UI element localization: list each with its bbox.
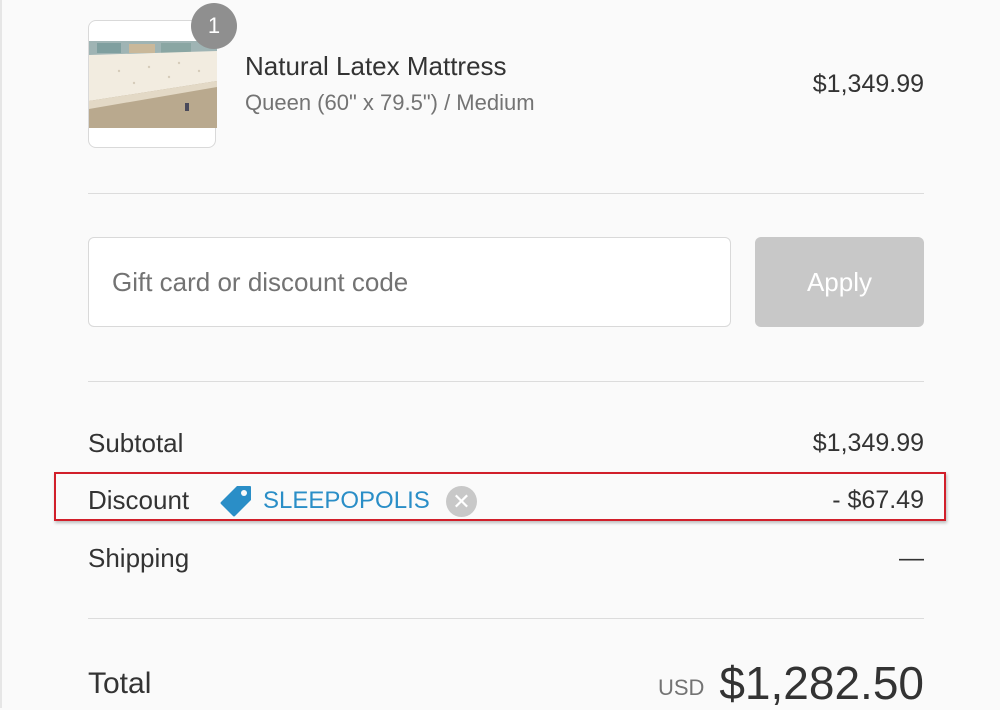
shipping-value: — [899, 544, 924, 572]
close-circle-icon[interactable]: ✕ [446, 486, 477, 517]
quantity-badge: 1 [191, 3, 237, 49]
discount-code-input[interactable] [88, 237, 731, 327]
divider [88, 381, 924, 382]
total-label: Total [88, 667, 152, 700]
product-thumbnail: 1 [88, 3, 237, 148]
product-variant: Queen (60" x 79.5") / Medium [245, 90, 535, 115]
subtotal-label: Subtotal [88, 428, 184, 458]
discount-value: - $67.49 [832, 486, 924, 514]
product-image [89, 41, 217, 128]
product-price: $1,349.99 [812, 70, 924, 98]
divider [88, 193, 924, 194]
divider [88, 618, 924, 619]
panel-border [0, 0, 2, 708]
currency-code: USD [658, 675, 705, 700]
shipping-label: Shipping [88, 543, 190, 573]
cart-line-item: 1 Natural Latex Mattress Queen (60" x 79… [88, 3, 924, 148]
tag-icon [220, 486, 251, 517]
discount-label: Discount [88, 485, 190, 515]
applied-discount-code: SLEEPOPOLIS [263, 487, 430, 514]
product-name: Natural Latex Mattress [245, 51, 507, 81]
total-amount: $1,282.50 [719, 657, 924, 709]
apply-button[interactable]: Apply [755, 237, 924, 327]
subtotal-value: $1,349.99 [812, 429, 924, 457]
